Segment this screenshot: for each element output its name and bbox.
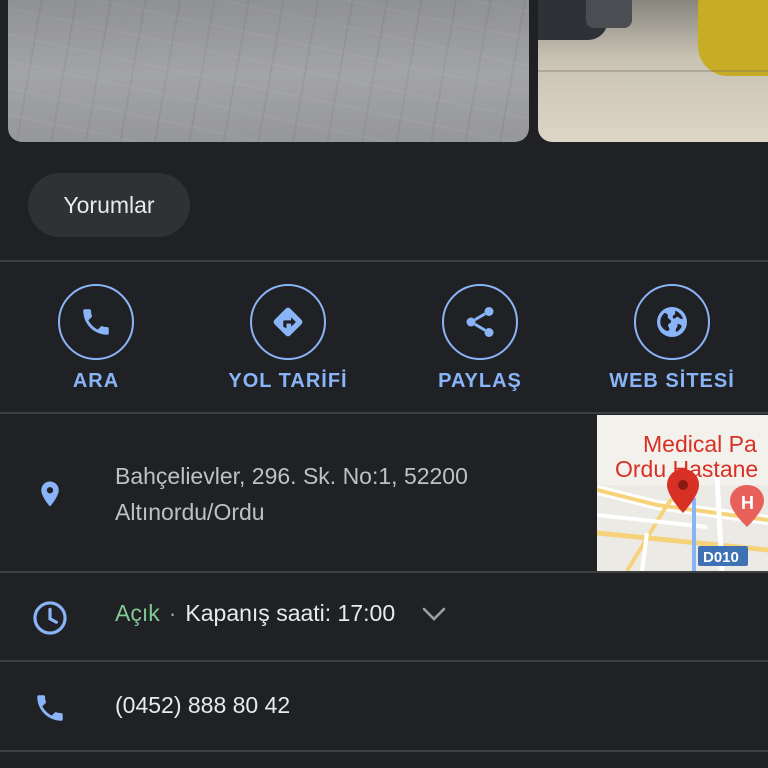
closing-time: Kapanış saati: 17:00 [185, 600, 396, 626]
location-pin-icon [30, 474, 70, 514]
share-circle[interactable] [442, 284, 518, 360]
website-circle[interactable] [634, 284, 710, 360]
globe-icon [657, 307, 687, 337]
open-status: Açık [115, 600, 160, 626]
place-photo-1[interactable] [8, 0, 529, 142]
divider [0, 260, 768, 262]
place-photo-2[interactable] [538, 0, 768, 142]
clock-icon [30, 598, 70, 638]
directions-label: YOL TARİFİ [228, 370, 348, 392]
separator-dot: · [168, 600, 177, 626]
divider [0, 750, 768, 752]
directions-button[interactable]: YOL TARİFİ [192, 284, 384, 393]
call-button[interactable]: ARA [0, 284, 192, 393]
website-label: WEB SİTESİ [609, 370, 735, 392]
website-button[interactable]: WEB SİTESİ [576, 284, 768, 393]
address-line-2: Altınordu/Ordu [115, 499, 265, 525]
share-button[interactable]: PAYLAŞ [384, 284, 576, 393]
map-label-line1: Medical Pa [643, 431, 757, 457]
phone-number[interactable]: (0452) 888 80 42 [115, 692, 290, 719]
call-label: ARA [72, 370, 120, 392]
divider [0, 660, 768, 662]
address-line-1: Bahçelievler, 296. Sk. No:1, 52200 [115, 463, 468, 489]
divider [0, 412, 768, 414]
reviews-chip[interactable]: Yorumlar [28, 173, 190, 237]
share-icon [466, 307, 494, 337]
directions-icon [273, 307, 303, 337]
phone-icon [83, 309, 109, 335]
address-text[interactable]: Bahçelievler, 296. Sk. No:1, 52200 Altın… [115, 458, 468, 530]
phone-icon [30, 688, 70, 728]
divider [0, 571, 768, 573]
directions-circle[interactable] [250, 284, 326, 360]
svg-text:H: H [741, 493, 754, 513]
hours-row[interactable]: Açık · Kapanış saati: 17:00 [115, 600, 447, 627]
call-circle[interactable] [58, 284, 134, 360]
map-thumbnail[interactable]: Medical Pa Ordu Hastane H D010 [597, 415, 768, 571]
share-label: PAYLAŞ [438, 370, 522, 392]
photo-gallery[interactable] [0, 0, 768, 143]
chevron-down-icon[interactable] [421, 606, 447, 622]
road-badge: D010 [703, 549, 739, 566]
